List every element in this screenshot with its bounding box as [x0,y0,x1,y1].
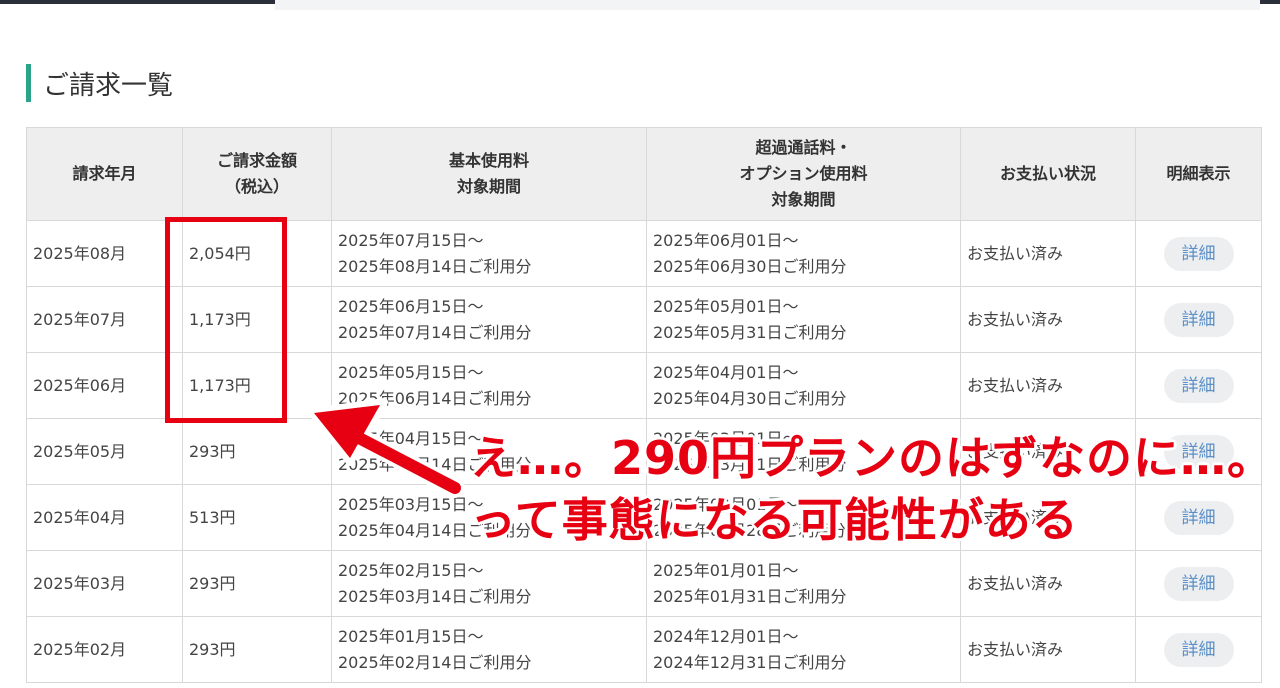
annotation-line-1: え…。290円プランのはずなのに…。 [470,431,1275,485]
annotation-line-2: って事態になる可能性がある [470,493,1079,547]
red-arrow-icon [308,398,465,498]
